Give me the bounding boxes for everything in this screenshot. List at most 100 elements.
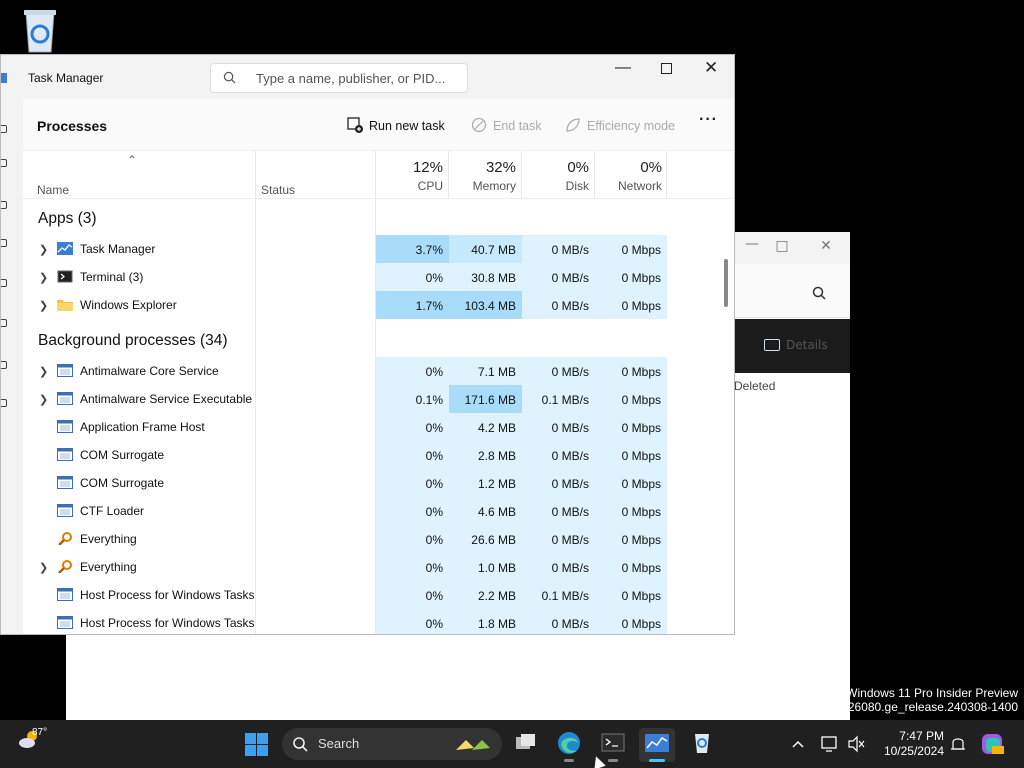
table-row[interactable]: ❯ Everything 0% 1.0 MB 0 MB/s 0 Mbps <box>23 553 720 581</box>
network-cell: 0 Mbps <box>595 385 667 413</box>
details-pane-icon[interactable] <box>764 339 780 351</box>
sidebar-item-services-icon[interactable] <box>1 319 7 327</box>
table-row[interactable]: ❯ Antimalware Core Service 0% 7.1 MB 0 M… <box>23 357 720 385</box>
column-header-status[interactable]: Status <box>261 183 295 197</box>
network-cell: 0 Mbps <box>595 235 667 263</box>
table-row[interactable]: Everything 0% 26.6 MB 0 MB/s 0 Mbps <box>23 525 720 553</box>
taskbar-clock[interactable]: 7:47 PM 10/25/2024 <box>874 729 944 759</box>
network-icon[interactable] <box>820 720 840 768</box>
date-deleted-column[interactable]: Deleted <box>734 379 775 393</box>
column-header-memory[interactable]: 32% Memory <box>448 159 516 193</box>
running-indicator <box>564 759 574 762</box>
search-box[interactable]: Type a name, publisher, or PID... <box>210 63 468 93</box>
table-row[interactable]: COM Surrogate 0% 2.8 MB 0 MB/s 0 Mbps <box>23 441 720 469</box>
cpu-cell: 0% <box>376 413 449 441</box>
sidebar-item-startup-icon[interactable] <box>1 201 7 209</box>
table-row[interactable]: ❯ Task Manager 3.7% 40.7 MB 0 MB/s 0 Mbp… <box>23 235 720 263</box>
cpu-cell: 0% <box>376 525 449 553</box>
expand-chevron-icon[interactable]: ❯ <box>39 561 48 574</box>
table-row[interactable]: Host Process for Windows Tasks 0% 1.8 MB… <box>23 609 720 634</box>
table-row[interactable]: Host Process for Windows Tasks 0% 2.2 MB… <box>23 581 720 609</box>
search-label: Search <box>318 736 360 751</box>
leaf-icon <box>566 118 580 132</box>
process-name: COM Surrogate <box>80 448 165 462</box>
recycle-bin-icon[interactable] <box>20 8 60 54</box>
cpu-cell: 3.7% <box>376 235 449 263</box>
volume-muted-icon[interactable] <box>846 720 866 768</box>
explorer-minimize-button[interactable]: — <box>742 236 762 252</box>
disk-cell: 0 MB/s <box>522 609 595 634</box>
memory-cell: 103.4 MB <box>449 291 522 319</box>
network-cell: 0 Mbps <box>595 525 667 553</box>
table-row[interactable]: ❯ Windows Explorer 1.7% 103.4 MB 0 MB/s … <box>23 291 720 319</box>
details-button-label[interactable]: Details <box>786 338 828 352</box>
process-name: COM Surrogate <box>80 476 165 490</box>
column-header-name[interactable]: Name <box>37 183 69 197</box>
run-new-task-button[interactable]: Run new task <box>347 117 445 133</box>
expand-chevron-icon[interactable]: ❯ <box>39 243 48 256</box>
expand-chevron-icon[interactable]: ❯ <box>39 393 48 406</box>
end-task-button[interactable]: End task <box>471 117 542 133</box>
sidebar-item-extra-icon[interactable] <box>1 361 7 369</box>
explorer-close-button[interactable]: ✕ <box>816 238 836 254</box>
process-name: Antimalware Core Service <box>80 364 219 378</box>
sidebar-item-users-icon[interactable] <box>1 239 7 247</box>
sidebar-item-app-history-icon[interactable] <box>1 159 7 167</box>
table-row[interactable]: CTF Loader 0% 4.6 MB 0 MB/s 0 Mbps <box>23 497 720 525</box>
copilot-icon[interactable] <box>980 720 1006 768</box>
network-cell: 0 Mbps <box>595 581 667 609</box>
table-row[interactable]: Application Frame Host 0% 4.2 MB 0 MB/s … <box>23 413 720 441</box>
explorer-maximize-button[interactable]: □ <box>772 238 792 254</box>
sidebar-item-extra2-icon[interactable] <box>1 399 7 407</box>
show-hidden-icons-chevron-icon[interactable] <box>790 720 806 768</box>
start-button[interactable] <box>245 733 268 756</box>
search-icon <box>293 737 308 752</box>
efficiency-mode-button[interactable]: Efficiency mode <box>565 117 675 133</box>
table-row[interactable]: COM Surrogate 0% 1.2 MB 0 MB/s 0 Mbps <box>23 469 720 497</box>
terminal-icon <box>57 270 73 283</box>
column-header-disk[interactable]: 0% Disk <box>521 159 589 193</box>
memory-cell: 4.2 MB <box>449 413 522 441</box>
memory-cell: 1.2 MB <box>449 469 522 497</box>
cpu-cell: 0.1% <box>376 385 449 413</box>
task-manager-titlebar[interactable]: Task Manager Type a name, publisher, or … <box>1 55 734 99</box>
column-header-cpu[interactable]: 12% CPU <box>375 159 443 193</box>
table-row[interactable]: ❯ Terminal (3) 0% 30.8 MB 0 MB/s 0 Mbps <box>23 263 720 291</box>
taskbar-recycle-bin[interactable] <box>684 728 720 762</box>
expand-chevron-icon[interactable]: ❯ <box>39 271 48 284</box>
column-headers: ⌃ Name Status 12% CPU 32% Memory 0% Disk… <box>23 151 734 199</box>
taskbar-edge[interactable] <box>551 728 587 762</box>
taskbar-search[interactable]: Search <box>282 728 502 760</box>
os-watermark: Windows 11 Pro Insider Preview ld 26080.… <box>835 686 1018 714</box>
task-manager-window: Task Manager Type a name, publisher, or … <box>0 54 735 635</box>
sidebar-item-performance-icon[interactable] <box>1 125 7 133</box>
process-name: Terminal (3) <box>80 270 144 284</box>
expand-chevron-icon[interactable]: ❯ <box>39 365 48 378</box>
process-name: Antimalware Service Executable <box>80 392 253 406</box>
maximize-button[interactable] <box>661 63 672 74</box>
task-view-button[interactable] <box>508 728 544 762</box>
disk-cell: 0 MB/s <box>522 357 595 385</box>
memory-cell: 26.6 MB <box>449 525 522 553</box>
taskbar-task-manager[interactable] <box>639 728 675 762</box>
sidebar-item-details-icon[interactable] <box>1 279 7 287</box>
column-header-network[interactable]: 0% Network <box>594 159 662 193</box>
minimize-button[interactable]: — <box>615 59 631 77</box>
weather-temperature[interactable]: 87° <box>32 727 47 738</box>
search-icon[interactable] <box>812 286 826 300</box>
cpu-cell: 0% <box>376 469 449 497</box>
memory-cell: 1.8 MB <box>449 609 522 634</box>
expand-chevron-icon[interactable]: ❯ <box>39 299 48 312</box>
vertical-scrollbar[interactable] <box>724 259 728 307</box>
command-bar: Processes Run new task End task Efficien… <box>23 99 734 151</box>
close-button[interactable]: ✕ <box>704 58 718 78</box>
network-cell: 0 Mbps <box>595 497 667 525</box>
disk-label: Disk <box>565 179 589 193</box>
notification-bell-icon[interactable] <box>948 720 968 768</box>
table-row[interactable]: ❯ Antimalware Service Executable 0.1% 17… <box>23 385 720 413</box>
task-manager-icon <box>57 242 73 255</box>
network-total: 0% <box>640 159 662 176</box>
more-options-button[interactable]: ··· <box>699 111 718 129</box>
folder-icon <box>57 300 73 311</box>
disk-cell: 0 MB/s <box>522 291 595 319</box>
